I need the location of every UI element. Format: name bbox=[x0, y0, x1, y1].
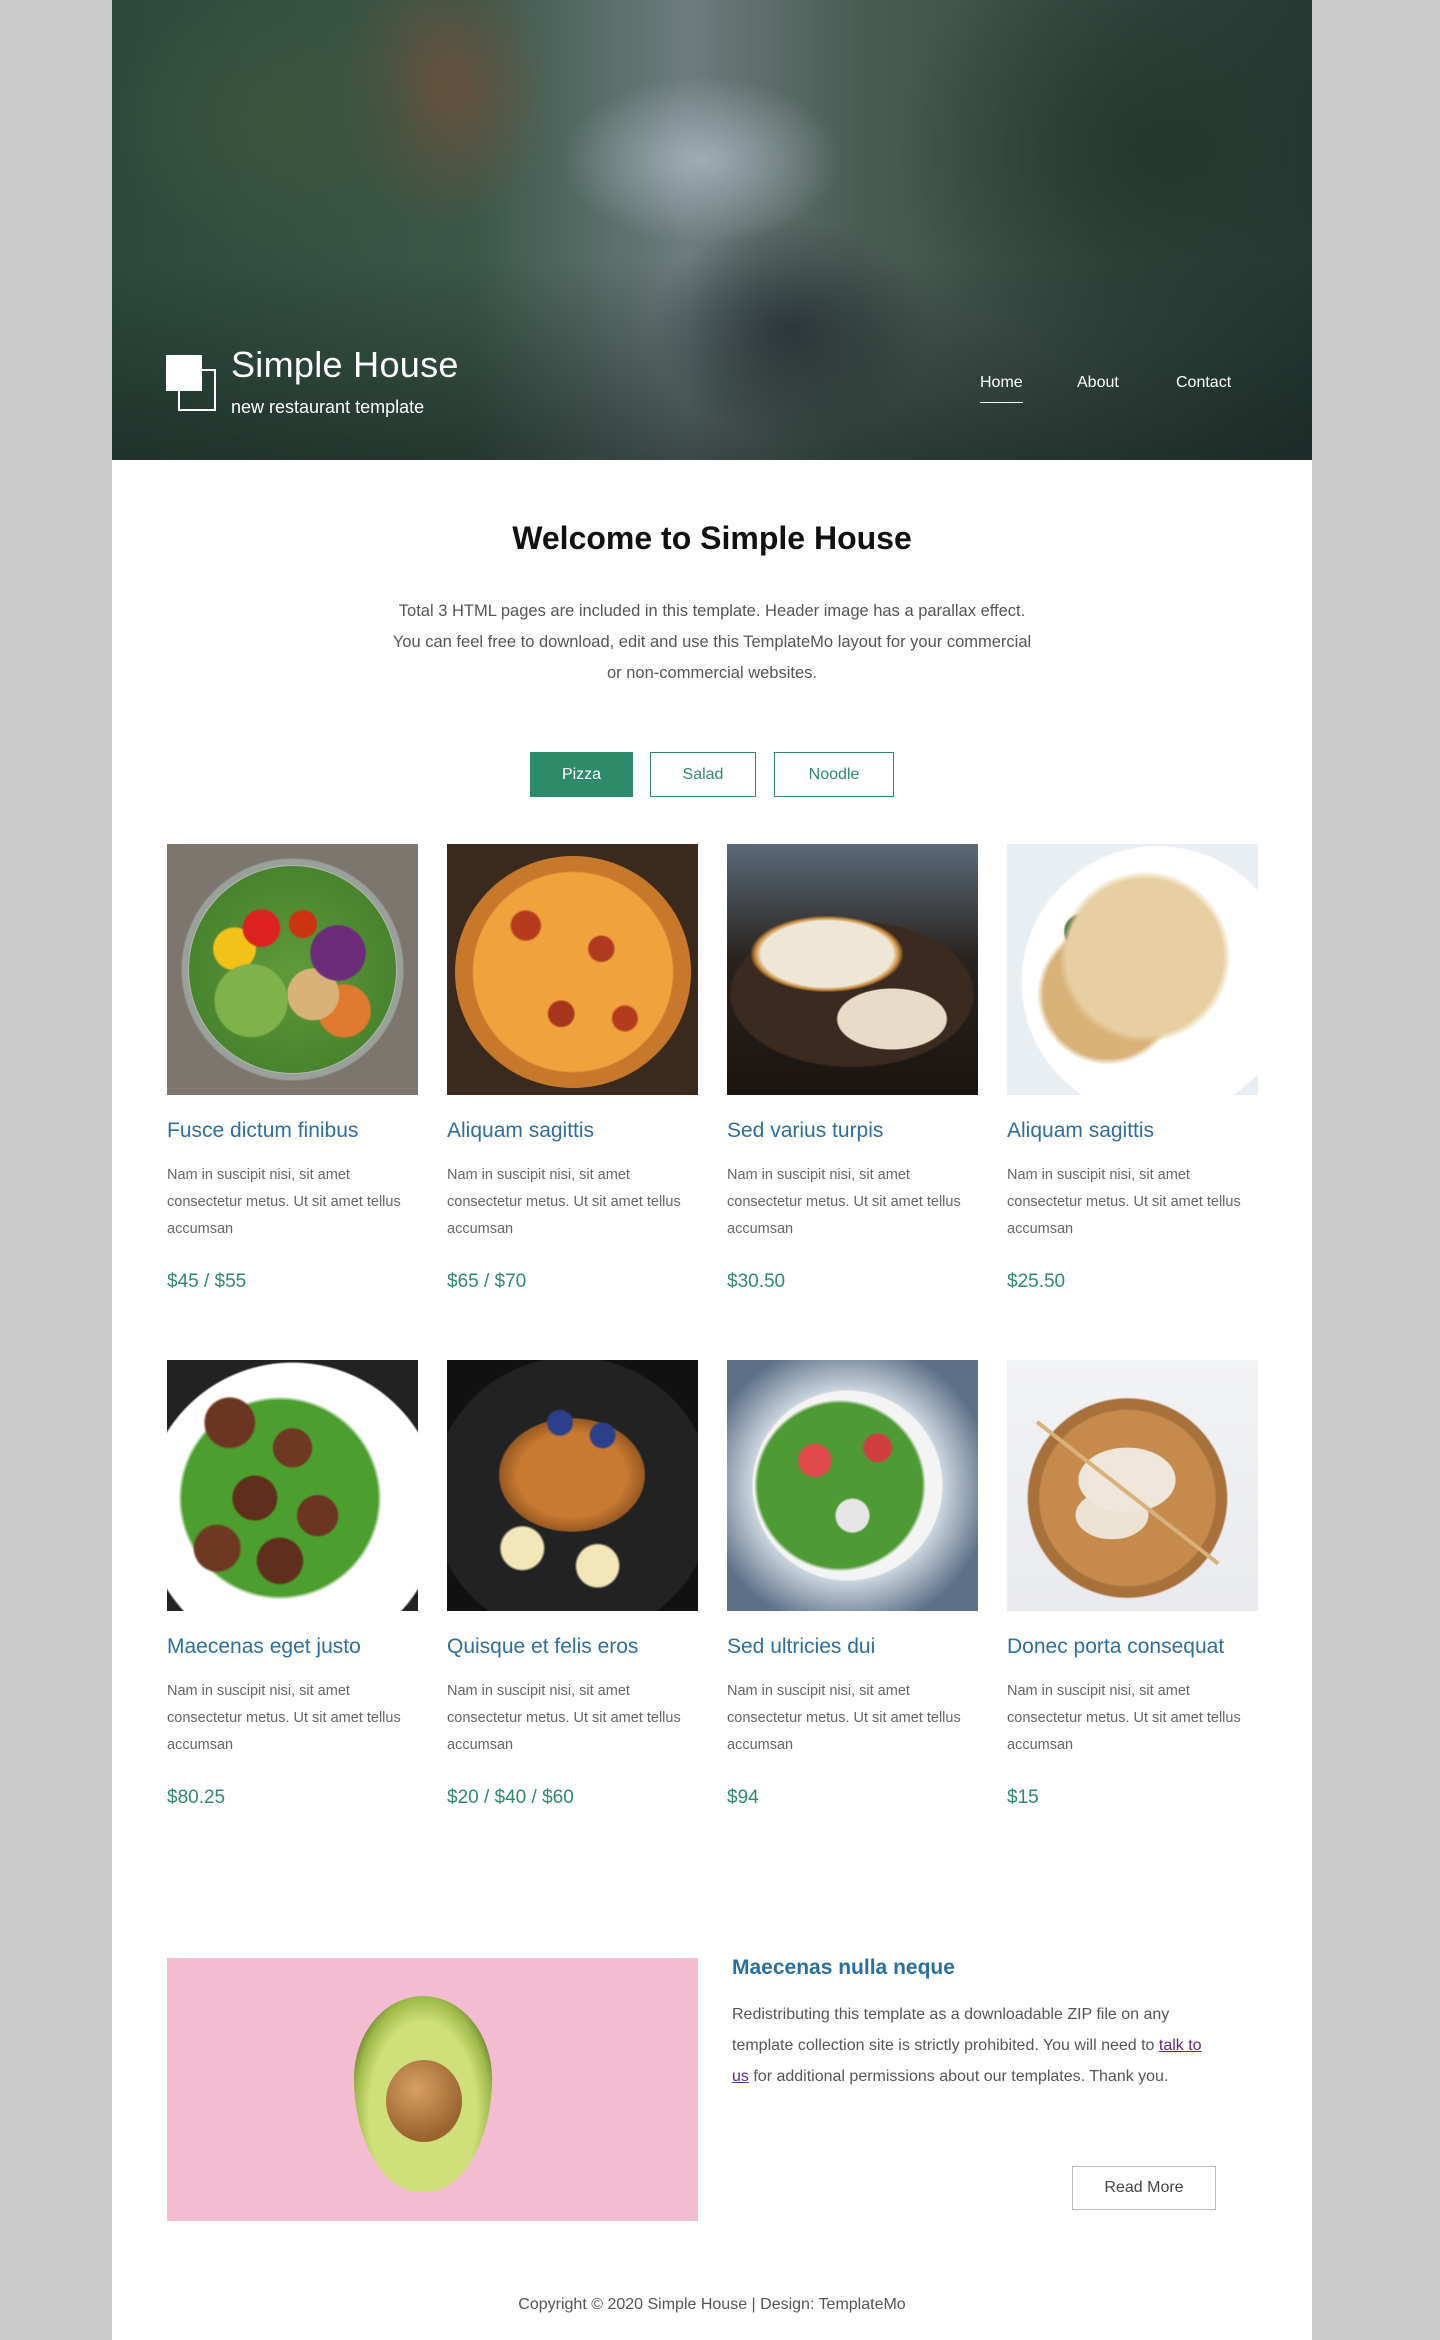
dumplings-image bbox=[1007, 1360, 1258, 1611]
footer-copyright: Copyright © 2020 Simple House | Design: … bbox=[518, 2296, 906, 2313]
pasta-image bbox=[1007, 844, 1258, 1095]
tab-salad[interactable]: Salad bbox=[650, 752, 756, 797]
feature-text: Redistributing this template as a downlo… bbox=[732, 1999, 1202, 2092]
menu-item-price: $15 bbox=[1007, 1787, 1039, 1808]
menu-item-description: Nam in suscipit nisi, sit amet consectet… bbox=[167, 1167, 401, 1237]
menu-item-price: $20 / $40 / $60 bbox=[447, 1787, 574, 1808]
menu-item-card: Donec porta consequat Nam in suscipit ni… bbox=[1007, 1360, 1258, 1809]
menu-item-name: Quisque et felis eros bbox=[447, 1635, 639, 1658]
menu-item-name: Donec porta consequat bbox=[1007, 1635, 1225, 1658]
tab-pizza[interactable]: Pizza bbox=[530, 752, 633, 797]
menu-item-description: Nam in suscipit nisi, sit amet consectet… bbox=[1007, 1683, 1241, 1753]
tab-noodle[interactable]: Noodle bbox=[774, 752, 894, 797]
menu-item-description: Nam in suscipit nisi, sit amet consectet… bbox=[727, 1683, 961, 1753]
menu-item-description: Nam in suscipit nisi, sit amet consectet… bbox=[1007, 1167, 1241, 1237]
site-title[interactable]: Simple House bbox=[231, 344, 459, 386]
menu-item-description: Nam in suscipit nisi, sit amet consectet… bbox=[447, 1683, 681, 1753]
menu-item-price: $25.50 bbox=[1007, 1271, 1066, 1292]
intro-text: Total 3 HTML pages are included in this … bbox=[392, 602, 1032, 682]
menu-item-name: Sed ultricies dui bbox=[727, 1635, 876, 1658]
menu-item-price: $30.50 bbox=[727, 1271, 786, 1292]
avocado-icon bbox=[354, 1996, 492, 2192]
nav-about[interactable]: About bbox=[1077, 374, 1119, 392]
page: Simple House new restaurant template Hom… bbox=[112, 0, 1312, 2340]
menu-item-name: Sed varius turpis bbox=[727, 1119, 884, 1142]
fresh-salad-image bbox=[727, 1360, 978, 1611]
hero-header: Simple House new restaurant template Hom… bbox=[112, 0, 1312, 460]
menu-item-description: Nam in suscipit nisi, sit amet consectet… bbox=[727, 1167, 961, 1237]
meatballs-image bbox=[167, 1360, 418, 1611]
menu-item-card: Sed ultricies dui Nam in suscipit nisi, … bbox=[727, 1360, 978, 1809]
menu-item-price: $94 bbox=[727, 1787, 759, 1808]
menu-item-card: Quisque et felis eros Nam in suscipit ni… bbox=[447, 1360, 698, 1809]
salad-bowl-image bbox=[167, 844, 418, 1095]
menu-item-card: Fusce dictum finibus Nam in suscipit nis… bbox=[167, 844, 418, 1293]
grilled-fish-image bbox=[727, 844, 978, 1095]
nav-home[interactable]: Home bbox=[980, 374, 1023, 403]
logo-icon[interactable] bbox=[166, 355, 218, 413]
menu-item-name: Aliquam sagittis bbox=[1007, 1119, 1155, 1142]
feature-text-start: Redistributing this template as a downlo… bbox=[732, 2006, 1170, 2054]
avocado-image bbox=[167, 1958, 698, 2221]
menu-item-name: Aliquam sagittis bbox=[447, 1119, 595, 1142]
menu-item-name: Fusce dictum finibus bbox=[167, 1119, 359, 1142]
site-tagline: new restaurant template bbox=[231, 397, 425, 417]
menu-item-price: $65 / $70 bbox=[447, 1271, 527, 1292]
pizza-image bbox=[447, 844, 698, 1095]
menu-item-card: Aliquam sagittis Nam in suscipit nisi, s… bbox=[1007, 844, 1258, 1293]
welcome-title: Welcome to Simple House bbox=[512, 520, 912, 556]
feature-text-end: for additional permissions about our tem… bbox=[748, 2068, 1169, 2085]
menu-item-description: Nam in suscipit nisi, sit amet consectet… bbox=[167, 1683, 401, 1753]
menu-item-card: Sed varius turpis Nam in suscipit nisi, … bbox=[727, 844, 978, 1293]
read-more-button[interactable]: Read More bbox=[1072, 2166, 1216, 2210]
menu-item-description: Nam in suscipit nisi, sit amet consectet… bbox=[447, 1167, 681, 1237]
feature-title: Maecenas nulla neque bbox=[732, 1956, 955, 1979]
menu-item-name: Maecenas eget justo bbox=[167, 1635, 361, 1658]
menu-item-card: Aliquam sagittis Nam in suscipit nisi, s… bbox=[447, 844, 698, 1293]
menu-item-card: Maecenas eget justo Nam in suscipit nisi… bbox=[167, 1360, 418, 1809]
menu-item-price: $45 / $55 bbox=[167, 1271, 247, 1292]
french-toast-image bbox=[447, 1360, 698, 1611]
menu-item-price: $80.25 bbox=[167, 1787, 226, 1808]
nav-contact[interactable]: Contact bbox=[1176, 374, 1231, 392]
